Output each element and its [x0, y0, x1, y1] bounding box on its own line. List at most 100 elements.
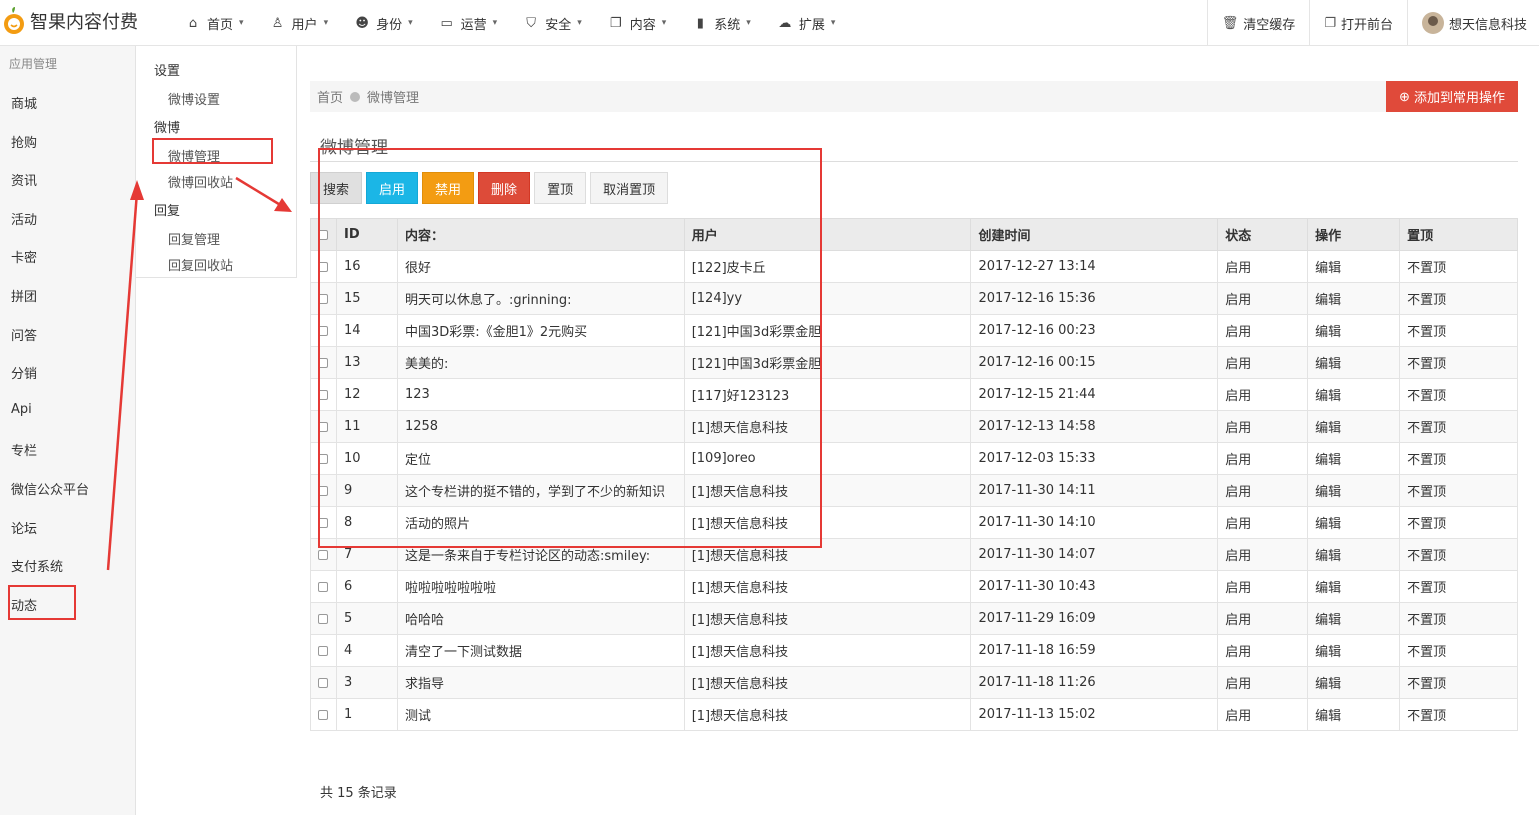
- cell-edit[interactable]: 编辑: [1307, 698, 1401, 731]
- cell-content[interactable]: 定位: [396, 442, 685, 475]
- user-menu[interactable]: 想天信息科技: [1406, 0, 1539, 46]
- sidebar-item-2[interactable]: 资讯: [11, 170, 37, 189]
- cell-edit[interactable]: 编辑: [1307, 314, 1401, 347]
- cell-user[interactable]: [1]想天信息科技: [683, 570, 972, 603]
- row-checkbox[interactable]: [318, 677, 328, 688]
- cell-user[interactable]: [1]想天信息科技: [683, 666, 972, 699]
- cell-content[interactable]: 明天可以休息了。:grinning:: [396, 282, 685, 315]
- cell-edit[interactable]: 编辑: [1307, 634, 1401, 667]
- cell-content[interactable]: 测试: [396, 698, 685, 731]
- row-checkbox[interactable]: [318, 613, 328, 624]
- cell-content[interactable]: 这是一条来自于专栏讨论区的动态:smiley:: [396, 538, 685, 571]
- cell-status[interactable]: 启用: [1217, 474, 1309, 507]
- cell-status[interactable]: 启用: [1217, 314, 1309, 347]
- sidebar-item-6[interactable]: 问答: [11, 325, 37, 344]
- cell-user[interactable]: [1]想天信息科技: [683, 410, 972, 443]
- sidebar-item-4[interactable]: 卡密: [11, 247, 37, 266]
- cell-edit[interactable]: 编辑: [1307, 666, 1401, 699]
- cell-content[interactable]: 清空了一下测试数据: [396, 634, 685, 667]
- sidebar-item-3[interactable]: 活动: [11, 209, 37, 228]
- cell-status[interactable]: 启用: [1217, 378, 1309, 411]
- cell-status[interactable]: 启用: [1217, 570, 1309, 603]
- cell-content[interactable]: 123: [396, 378, 685, 411]
- cell-edit[interactable]: 编辑: [1307, 538, 1401, 571]
- cell-status[interactable]: 启用: [1217, 602, 1309, 635]
- sidebar-item-8[interactable]: Api: [11, 402, 32, 417]
- cell-user[interactable]: [121]中国3d彩票金胆: [683, 314, 972, 347]
- cell-user[interactable]: [121]中国3d彩票金胆: [683, 346, 972, 379]
- subnav-item-2-1[interactable]: 回复回收站: [168, 255, 233, 274]
- sidebar-item-1[interactable]: 抢购: [11, 132, 37, 151]
- cell-status[interactable]: 启用: [1217, 346, 1309, 379]
- cell-edit[interactable]: 编辑: [1307, 570, 1401, 603]
- cell-status[interactable]: 启用: [1217, 282, 1309, 315]
- nav-item-1[interactable]: ♙ 用户 ▾: [257, 0, 342, 46]
- cell-content[interactable]: 啦啦啦啦啦啦啦: [396, 570, 685, 603]
- cell-edit[interactable]: 编辑: [1307, 506, 1401, 539]
- cell-content[interactable]: 1258: [396, 410, 685, 443]
- row-checkbox[interactable]: [318, 389, 328, 400]
- nav-item-4[interactable]: ⛉ 安全 ▾: [510, 0, 595, 46]
- cell-content[interactable]: 活动的照片: [396, 506, 685, 539]
- subnav-item-2-0[interactable]: 回复管理: [168, 229, 220, 248]
- nav-item-5[interactable]: ❐ 内容 ▾: [595, 0, 680, 46]
- sidebar-item-10[interactable]: 微信公众平台: [11, 479, 89, 498]
- breadcrumb-home[interactable]: 首页: [317, 87, 343, 106]
- cell-status[interactable]: 启用: [1217, 634, 1309, 667]
- search-button[interactable]: 搜索: [310, 172, 363, 204]
- enable-button[interactable]: 启用: [366, 172, 419, 204]
- cell-status[interactable]: 启用: [1217, 506, 1309, 539]
- cell-status[interactable]: 启用: [1217, 250, 1309, 283]
- delete-button[interactable]: 删除: [478, 172, 531, 204]
- cell-user[interactable]: [117]好123123: [683, 378, 972, 411]
- row-checkbox[interactable]: [318, 421, 328, 432]
- add-to-favorites-button[interactable]: ⊕ 添加到常用操作: [1386, 81, 1518, 112]
- row-checkbox[interactable]: [318, 709, 328, 720]
- row-checkbox[interactable]: [318, 517, 328, 528]
- cell-edit[interactable]: 编辑: [1307, 442, 1401, 475]
- row-checkbox[interactable]: [318, 549, 328, 560]
- cell-user[interactable]: [1]想天信息科技: [683, 538, 972, 571]
- row-checkbox[interactable]: [318, 453, 328, 464]
- nav-item-6[interactable]: ▮ 系统 ▾: [679, 0, 764, 46]
- cell-content[interactable]: 求指导: [396, 666, 685, 699]
- cell-user[interactable]: [1]想天信息科技: [683, 698, 972, 731]
- sidebar-item-7[interactable]: 分销: [11, 363, 37, 382]
- open-front-button[interactable]: ❐ 打开前台: [1309, 0, 1407, 46]
- row-checkbox[interactable]: [318, 485, 328, 496]
- cell-user[interactable]: [122]皮卡丘: [683, 250, 972, 283]
- cell-status[interactable]: 启用: [1217, 666, 1309, 699]
- clear-cache-button[interactable]: 🗑 清空缓存: [1206, 0, 1310, 46]
- cell-edit[interactable]: 编辑: [1307, 378, 1401, 411]
- cell-status[interactable]: 启用: [1217, 698, 1309, 731]
- cell-user[interactable]: [109]oreo: [683, 442, 972, 475]
- cell-edit[interactable]: 编辑: [1307, 474, 1401, 507]
- cancel-top-button[interactable]: 取消置顶: [590, 172, 669, 204]
- row-checkbox[interactable]: [318, 293, 328, 304]
- subnav-item-1-0[interactable]: 微博管理: [168, 146, 220, 165]
- row-checkbox[interactable]: [318, 357, 328, 368]
- select-all-checkbox[interactable]: [318, 229, 328, 240]
- cell-status[interactable]: 启用: [1217, 538, 1309, 571]
- sidebar-item-13[interactable]: 动态: [11, 595, 37, 614]
- subnav-item-0-0[interactable]: 微博设置: [168, 89, 220, 108]
- cell-user[interactable]: [1]想天信息科技: [683, 474, 972, 507]
- cell-user[interactable]: [1]想天信息科技: [683, 634, 972, 667]
- cell-user[interactable]: [1]想天信息科技: [683, 506, 972, 539]
- set-top-button[interactable]: 置顶: [534, 172, 587, 204]
- sidebar-item-0[interactable]: 商城: [11, 93, 37, 112]
- cell-content[interactable]: 哈哈哈: [396, 602, 685, 635]
- nav-item-0[interactable]: ⌂ 首页 ▾: [172, 0, 257, 46]
- cell-status[interactable]: 启用: [1217, 410, 1309, 443]
- row-checkbox[interactable]: [318, 261, 328, 272]
- cell-edit[interactable]: 编辑: [1307, 346, 1401, 379]
- cell-content[interactable]: 中国3D彩票:《金胆1》2元购买: [396, 314, 685, 347]
- cell-edit[interactable]: 编辑: [1307, 250, 1401, 283]
- cell-edit[interactable]: 编辑: [1307, 282, 1401, 315]
- nav-item-3[interactable]: ▭ 运营 ▾: [426, 0, 511, 46]
- nav-item-2[interactable]: ☻ 身份 ▾: [341, 0, 426, 46]
- sidebar-item-12[interactable]: 支付系统: [11, 556, 63, 575]
- sidebar-item-9[interactable]: 专栏: [11, 440, 37, 459]
- row-checkbox[interactable]: [318, 581, 328, 592]
- cell-edit[interactable]: 编辑: [1307, 410, 1401, 443]
